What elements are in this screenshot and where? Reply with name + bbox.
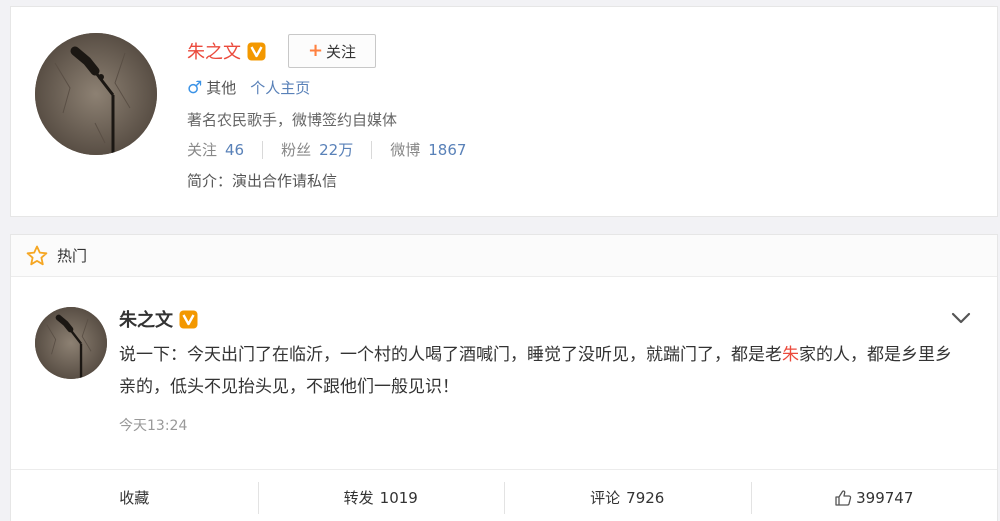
repost-label: 转发 <box>343 489 374 507</box>
favorite-button[interactable]: 收藏 <box>11 470 258 521</box>
chevron-down-icon[interactable] <box>951 311 971 325</box>
profile-name[interactable]: 朱之文 <box>187 38 241 64</box>
follow-button-label: 关注 <box>326 42 357 61</box>
post-action-bar: 收藏 转发 1019 评论 7926 399747 <box>11 469 997 521</box>
hot-title: 热门 <box>57 247 88 265</box>
post-author-row: 朱之文 <box>119 306 198 332</box>
microphone-avatar-image <box>35 33 157 155</box>
profile-card: 朱之文 + 关注 ♂ 其他 个人主页 著名农民歌手，微博签约自媒体 关注 46 粉… <box>10 6 998 217</box>
stat-posts-value: 1867 <box>428 141 467 159</box>
stat-divider <box>262 140 264 159</box>
microphone-avatar-image <box>35 307 107 379</box>
hot-header: 热门 <box>11 235 997 277</box>
stat-posts-label: 微博 <box>390 141 421 159</box>
verified-v-icon <box>247 42 266 60</box>
hot-section: 热门 朱之文 说一下：今天出门了在临沂，一个村的人喝了酒喊门，睡觉了没听见，就踹… <box>10 234 998 521</box>
gender-row: ♂ 其他 个人主页 <box>187 77 310 98</box>
comment-button[interactable]: 评论 7926 <box>504 470 751 521</box>
stat-divider <box>371 140 373 159</box>
post-timestamp[interactable]: 今天13:24 <box>119 415 187 435</box>
repost-button[interactable]: 转发 1019 <box>257 470 505 521</box>
comment-label: 评论 <box>590 489 621 507</box>
post-text: 说一下：今天出门了在临沂，一个村的人喝了酒喊门，睡觉了没听见，就踹门了，都是老朱… <box>119 339 959 403</box>
stat-followers-value: 22万 <box>319 141 354 159</box>
comment-count: 7926 <box>626 488 665 507</box>
follow-button[interactable]: + 关注 <box>288 34 376 68</box>
stat-following[interactable]: 关注 46 <box>187 139 244 160</box>
plus-icon: + <box>307 40 324 61</box>
post-text-highlight[interactable]: 朱 <box>782 345 799 365</box>
homepage-link[interactable]: 个人主页 <box>250 77 310 98</box>
profile-stats: 关注 46 粉丝 22万 微博 1867 <box>187 139 466 160</box>
verified-v-icon <box>179 310 198 328</box>
stat-following-label: 关注 <box>187 141 218 159</box>
thumbs-up-icon <box>835 489 852 506</box>
profile-description: 著名农民歌手，微博签约自媒体 <box>187 111 398 129</box>
stat-followers-label: 粉丝 <box>281 141 312 159</box>
star-icon <box>26 245 48 265</box>
profile-avatar[interactable] <box>35 33 157 155</box>
stat-following-value: 46 <box>225 141 245 159</box>
like-button[interactable]: 399747 <box>750 470 998 521</box>
gender-text: 其他 <box>206 79 237 97</box>
favorite-label: 收藏 <box>119 489 150 507</box>
like-count: 399747 <box>856 488 914 507</box>
post-author-avatar[interactable] <box>35 307 107 379</box>
profile-name-row: 朱之文 + 关注 <box>187 33 376 69</box>
profile-intro: 简介：演出合作请私信 <box>187 172 338 190</box>
repost-count: 1019 <box>379 488 418 507</box>
post-author-name[interactable]: 朱之文 <box>119 306 173 332</box>
stat-followers[interactable]: 粉丝 22万 <box>281 139 353 160</box>
stat-posts[interactable]: 微博 1867 <box>390 139 466 160</box>
post-text-part1: 说一下：今天出门了在临沂，一个村的人喝了酒喊门，睡觉了没听见，就踹门了，都是老 <box>119 345 782 365</box>
male-icon: ♂ <box>187 77 203 98</box>
